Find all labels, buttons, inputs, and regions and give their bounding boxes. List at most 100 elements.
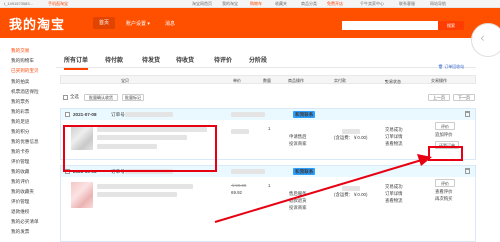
view-review-link[interactable]: 查看评价 xyxy=(435,189,453,195)
status-text: 交易成功 xyxy=(385,127,403,132)
tab-installment[interactable]: 分阶段 xyxy=(249,55,267,64)
sidebar-item[interactable]: 我的优惠信息 xyxy=(11,139,39,145)
col-ops: 商品操作 xyxy=(288,77,304,83)
top-link-support[interactable]: 联系客服 xyxy=(399,1,415,7)
header: 我的淘宝 首页 账户设置 ▾ 消息 搜索 xyxy=(0,8,500,38)
contact-seller-badge[interactable]: 和我联系 xyxy=(293,168,316,175)
highlight-box-product xyxy=(63,125,217,172)
sidebar-item[interactable]: 我的拍卖 xyxy=(11,79,29,85)
sidebar-item[interactable]: 退款维权 xyxy=(11,209,29,215)
trash-icon[interactable] xyxy=(465,168,470,174)
prev-page-button[interactable]: 上一页 xyxy=(428,94,450,101)
unit-price: 69.92 xyxy=(231,190,242,195)
trash-icon: 🗑 xyxy=(438,64,444,69)
trash-icon[interactable] xyxy=(465,111,470,117)
sidebar-item[interactable]: 我的发票 xyxy=(11,229,29,235)
column-header: 宝贝 单价 数量 商品操作 实付款 交易状态 ▾ 交易操作 xyxy=(60,75,476,84)
add-review-link[interactable]: 追加评价 xyxy=(435,132,453,138)
col-price: 单价 xyxy=(233,77,241,83)
batch-label-button[interactable]: 批量标记 xyxy=(122,94,144,101)
tab-pending-shipment[interactable]: 待发货 xyxy=(142,55,160,64)
select-all-checkbox[interactable] xyxy=(63,95,68,100)
logo[interactable]: 我的淘宝 xyxy=(9,14,65,33)
username-link[interactable]: t_1491573583... xyxy=(4,1,33,6)
order-detail-link[interactable]: 订单详情 xyxy=(385,191,403,197)
top-link-home[interactable]: 淘宝网首页 xyxy=(192,1,212,7)
sidebar-item-bought[interactable]: 已买到的宝贝 xyxy=(11,68,39,74)
quantity: 1 xyxy=(268,126,271,131)
view-logistics-link[interactable]: 查看物流 xyxy=(385,198,403,204)
sidebar-item[interactable]: 我的足迹 xyxy=(11,119,29,125)
complain-link[interactable]: 投诉商家 xyxy=(289,205,307,211)
batch-confirm-button[interactable]: 批量确认收货 xyxy=(84,94,118,101)
sidebar-item[interactable]: 我的收藏 xyxy=(11,169,29,175)
product-thumbnail[interactable] xyxy=(71,182,93,208)
search-input[interactable] xyxy=(342,21,438,30)
chevron-down-icon: ▾ xyxy=(147,21,150,27)
top-link-mytaobao[interactable]: 我的淘宝 xyxy=(222,1,238,7)
nav-account-settings[interactable]: 账户设置 ▾ xyxy=(126,20,150,27)
col-item: 宝贝 xyxy=(121,77,129,83)
complain-link[interactable]: 投诉商家 xyxy=(289,141,307,147)
col-status: 交易状态 ▾ xyxy=(385,77,401,85)
original-price: ￥99.00 xyxy=(231,183,247,188)
refund-link[interactable]: 退款退货 xyxy=(289,198,307,204)
status-text: 交易成功 xyxy=(385,184,403,189)
mobile-link[interactable]: 手机逛淘宝 xyxy=(48,1,68,7)
buy-again-link[interactable]: 再次购买 xyxy=(435,196,453,202)
sidebar-item[interactable]: 我的积分 xyxy=(11,129,29,135)
shipping-fee: (含运费：￥0.00) xyxy=(334,192,368,197)
recycle-bin-label: 订单回收站 xyxy=(444,64,465,69)
order-tabs: 所有订单 待付款 待发货 待收货 待评价 分阶段 🗑 订单回收站 xyxy=(56,48,476,70)
sidebar-item[interactable]: 机票酒店保险 xyxy=(11,89,39,95)
top-link-favorites[interactable]: 收藏夹 xyxy=(275,1,287,7)
sidebar-item[interactable]: 我的卡券 xyxy=(11,149,29,155)
sidebar-item[interactable]: 评价管理 xyxy=(11,159,29,165)
sidebar-item[interactable]: 我的收藏夹 xyxy=(11,189,34,195)
highlight-box-action xyxy=(428,146,463,161)
tab-all-orders[interactable]: 所有订单 xyxy=(64,55,89,70)
after-sale-link[interactable]: 申请售后 xyxy=(289,134,307,140)
next-page-button[interactable]: 下一页 xyxy=(453,94,475,101)
nav-home[interactable]: 首页 xyxy=(93,17,115,29)
order-recycle-bin-link[interactable]: 🗑 订单回收站 xyxy=(438,64,464,70)
shop-name-redacted[interactable] xyxy=(231,112,265,117)
top-link-cart[interactable]: 购物车 xyxy=(250,1,262,7)
order-header: 2021-07-08 订单号 和我联系 xyxy=(61,109,475,120)
tab-pending-receipt[interactable]: 待收货 xyxy=(176,55,194,64)
top-link-categories[interactable]: 商品分类 xyxy=(301,1,317,7)
sidebar-title: 我的交易 xyxy=(11,48,30,53)
order-detail-link[interactable]: 订单详情 xyxy=(385,134,403,140)
view-logistics-link[interactable]: 查看物流 xyxy=(385,141,403,147)
col-actions: 交易操作 xyxy=(431,77,447,83)
shop-name-redacted[interactable] xyxy=(231,169,265,174)
order-number-redacted xyxy=(125,112,173,117)
sidebar-item[interactable]: 我的彩票 xyxy=(11,109,29,115)
order-number-label: 订单号 xyxy=(111,112,125,117)
order-checkbox[interactable] xyxy=(65,112,70,117)
tab-pending-review[interactable]: 待评价 xyxy=(214,55,232,64)
sidebar-item[interactable]: 评价管理 xyxy=(11,199,29,205)
sidebar-item[interactable]: 我的票务 xyxy=(11,99,29,105)
total-paid-redacted xyxy=(342,186,360,191)
order-date: 2021-07-08 xyxy=(73,112,97,117)
search-button[interactable]: 搜索 xyxy=(438,21,464,30)
sidebar-item[interactable]: 我的评价 xyxy=(11,179,29,185)
top-link-seller-center[interactable]: 千牛卖家中心 xyxy=(360,1,384,7)
select-all-label: 全选 xyxy=(70,94,79,99)
top-link-open-shop[interactable]: 免费开店 xyxy=(327,1,343,7)
product-title-redacted[interactable] xyxy=(97,192,177,197)
sidebar: 我的交易 我的购物车 已买到的宝贝 我的拍卖 机票酒店保险 我的票务 我的彩票 … xyxy=(0,38,52,242)
review-button[interactable]: 评价 xyxy=(435,179,455,187)
col-status-label: 交易状态 xyxy=(385,79,401,84)
tab-pending-payment[interactable]: 待付款 xyxy=(105,55,123,64)
review-button[interactable]: 评价 xyxy=(435,122,455,130)
after-sale-link[interactable]: 售后服务 xyxy=(289,191,307,197)
top-link-site-nav[interactable]: 网站导航 xyxy=(430,1,446,7)
sidebar-item[interactable]: 我的购物车 xyxy=(11,58,34,64)
product-title-redacted[interactable] xyxy=(97,184,193,189)
sidebar-item[interactable]: 我的必买清单 xyxy=(11,219,39,225)
total-paid-redacted xyxy=(342,129,360,134)
nav-messages[interactable]: 消息 xyxy=(165,20,175,27)
contact-seller-badge[interactable]: 和我联系 xyxy=(293,111,316,118)
